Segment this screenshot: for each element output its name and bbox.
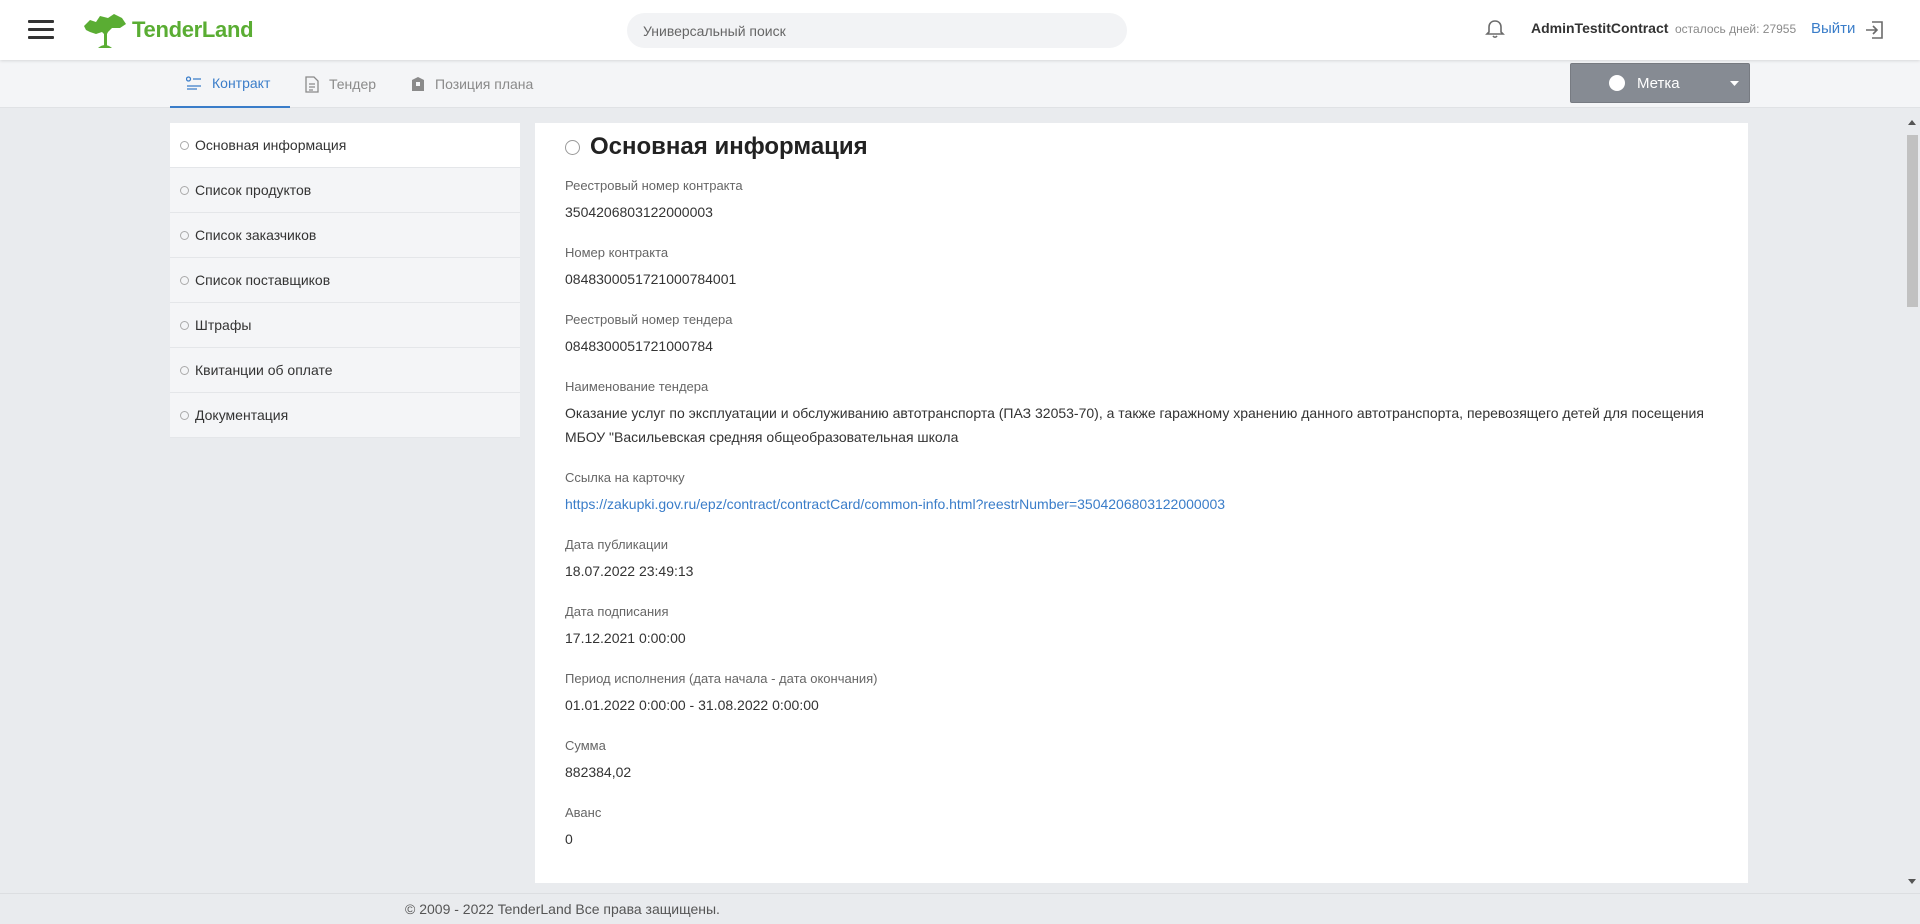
sidebar-item-label: Список поставщиков (195, 272, 331, 288)
field-label: Номер контракта (565, 245, 669, 260)
field-value: 0 (565, 831, 573, 847)
field-contract-number: Номер контракта 0848300051721000784001 (565, 245, 1725, 291)
field-list: Реестровый номер контракта 3504206803122… (565, 178, 1725, 872)
days-left: осталось дней: 27955 (1675, 22, 1797, 36)
sidebar-item-penalties[interactable]: Штрафы (170, 303, 520, 348)
field-label: Реестровый номер тендера (565, 312, 733, 327)
section-heading: Основная информация (565, 133, 868, 161)
document-icon (305, 75, 319, 93)
main-info-card: Основная информация Реестровый номер кон… (535, 123, 1748, 883)
metka-dot-icon (1609, 75, 1625, 91)
radio-circle-icon (180, 230, 189, 240)
field-value: 3504206803122000003 (565, 204, 713, 220)
radio-circle-icon (180, 140, 189, 150)
field-value: 0848300051721000784001 (565, 271, 737, 287)
field-value: 01.01.2022 0:00:00 - 31.08.2022 0:00:00 (565, 697, 819, 713)
radio-circle-icon (180, 365, 189, 375)
plan-icon (412, 77, 424, 91)
tab-label: Позиция плана (435, 76, 534, 92)
copyright-text: © 2009 - 2022 TenderLand Все права защищ… (405, 901, 720, 917)
logo[interactable]: TenderLand (82, 10, 254, 50)
sidebar-item-label: Штрафы (195, 317, 252, 333)
section-menu: Основная информация Список продуктов Спи… (170, 123, 520, 438)
tabs-bar: Контракт Тендер Позиция плана Метка (0, 60, 1920, 108)
tab-contract[interactable]: Контракт (170, 60, 290, 108)
metka-dropdown-toggle[interactable] (1719, 64, 1749, 102)
page-scrollbar[interactable] (1903, 120, 1920, 884)
footer: © 2009 - 2022 TenderLand Все права защищ… (0, 893, 1920, 924)
scroll-thumb[interactable] (1907, 135, 1918, 307)
field-label: Реестровый номер контракта (565, 178, 743, 193)
sidebar-item-products[interactable]: Список продуктов (170, 168, 520, 213)
user-name[interactable]: AdminTestitContract (1531, 20, 1668, 36)
field-label: Аванс (565, 805, 602, 820)
field-value: Оказание услуг по эксплуатации и обслужи… (565, 405, 1704, 445)
radio-circle-icon (180, 320, 189, 330)
logo-map-icon (84, 14, 126, 48)
bell-icon[interactable] (1484, 18, 1506, 40)
tab-label: Тендер (329, 76, 377, 92)
field-tender-registry-number: Реестровый номер тендера 084830005172100… (565, 312, 1725, 358)
field-label: Период исполнения (дата начала - дата ок… (565, 671, 878, 686)
sidebar-item-label: Основная информация (195, 137, 347, 153)
field-value: 18.07.2022 23:49:13 (565, 563, 694, 579)
caret-down-icon (1729, 80, 1739, 86)
field-tender-name: Наименование тендера Оказание услуг по э… (565, 379, 1725, 449)
field-value: 17.12.2021 0:00:00 (565, 630, 686, 646)
field-value: 0848300051721000784 (565, 338, 713, 354)
field-label: Дата подписания (565, 604, 669, 619)
field-amount: Сумма 882384,02 (565, 738, 1725, 784)
menu-icon[interactable] (28, 20, 54, 40)
field-label: Дата публикации (565, 537, 668, 552)
card-link[interactable]: https://zakupki.gov.ru/epz/contract/cont… (565, 492, 1725, 516)
logo-text: TenderLand (132, 17, 254, 42)
field-signing-date: Дата подписания 17.12.2021 0:00:00 (565, 604, 1725, 650)
sidebar-item-label: Список заказчиков (195, 227, 317, 243)
field-publication-date: Дата публикации 18.07.2022 23:49:13 (565, 537, 1725, 583)
logout-link[interactable]: Выйти (1811, 20, 1855, 37)
tab-plan-position[interactable]: Позиция плана (411, 60, 533, 108)
metka-label: Метка (1637, 74, 1680, 92)
field-label: Сумма (565, 738, 606, 753)
field-registry-number: Реестровый номер контракта 3504206803122… (565, 178, 1725, 224)
field-value: 882384,02 (565, 764, 632, 780)
tab-tender[interactable]: Тендер (305, 60, 376, 108)
radio-circle-icon (565, 139, 580, 155)
sidebar-item-label: Квитанции об оплате (195, 362, 333, 378)
field-label: Наименование тендера (565, 379, 709, 394)
tab-label: Контракт (212, 75, 271, 91)
logout-icon[interactable] (1864, 20, 1884, 40)
radio-circle-icon (180, 185, 189, 195)
sidebar-item-label: Список продуктов (195, 182, 312, 198)
sidebar-item-customers[interactable]: Список заказчиков (170, 213, 520, 258)
metka-button[interactable]: Метка (1570, 63, 1750, 103)
field-label: Ссылка на карточку (565, 470, 685, 485)
sidebar-item-receipts[interactable]: Квитанции об оплате (170, 348, 520, 393)
radio-circle-icon (180, 410, 189, 420)
field-execution-period: Период исполнения (дата начала - дата ок… (565, 671, 1725, 717)
sidebar-item-label: Документация (195, 407, 289, 423)
scroll-down-icon[interactable] (1908, 879, 1916, 884)
field-advance: Аванс 0 (565, 805, 1725, 851)
sidebar-item-main-info[interactable]: Основная информация (170, 123, 520, 168)
scroll-up-icon[interactable] (1908, 120, 1916, 125)
top-header: TenderLand Универсальный поиск AdminTest… (0, 0, 1920, 60)
field-card-link: Ссылка на карточку https://zakupki.gov.r… (565, 470, 1725, 516)
contract-list-icon (186, 76, 201, 90)
sidebar-item-suppliers[interactable]: Список поставщиков (170, 258, 520, 303)
page-title: Основная информация (590, 133, 868, 160)
radio-circle-icon (180, 275, 189, 285)
sidebar-item-documentation[interactable]: Документация (170, 393, 520, 438)
search-input[interactable]: Универсальный поиск (627, 13, 1127, 48)
